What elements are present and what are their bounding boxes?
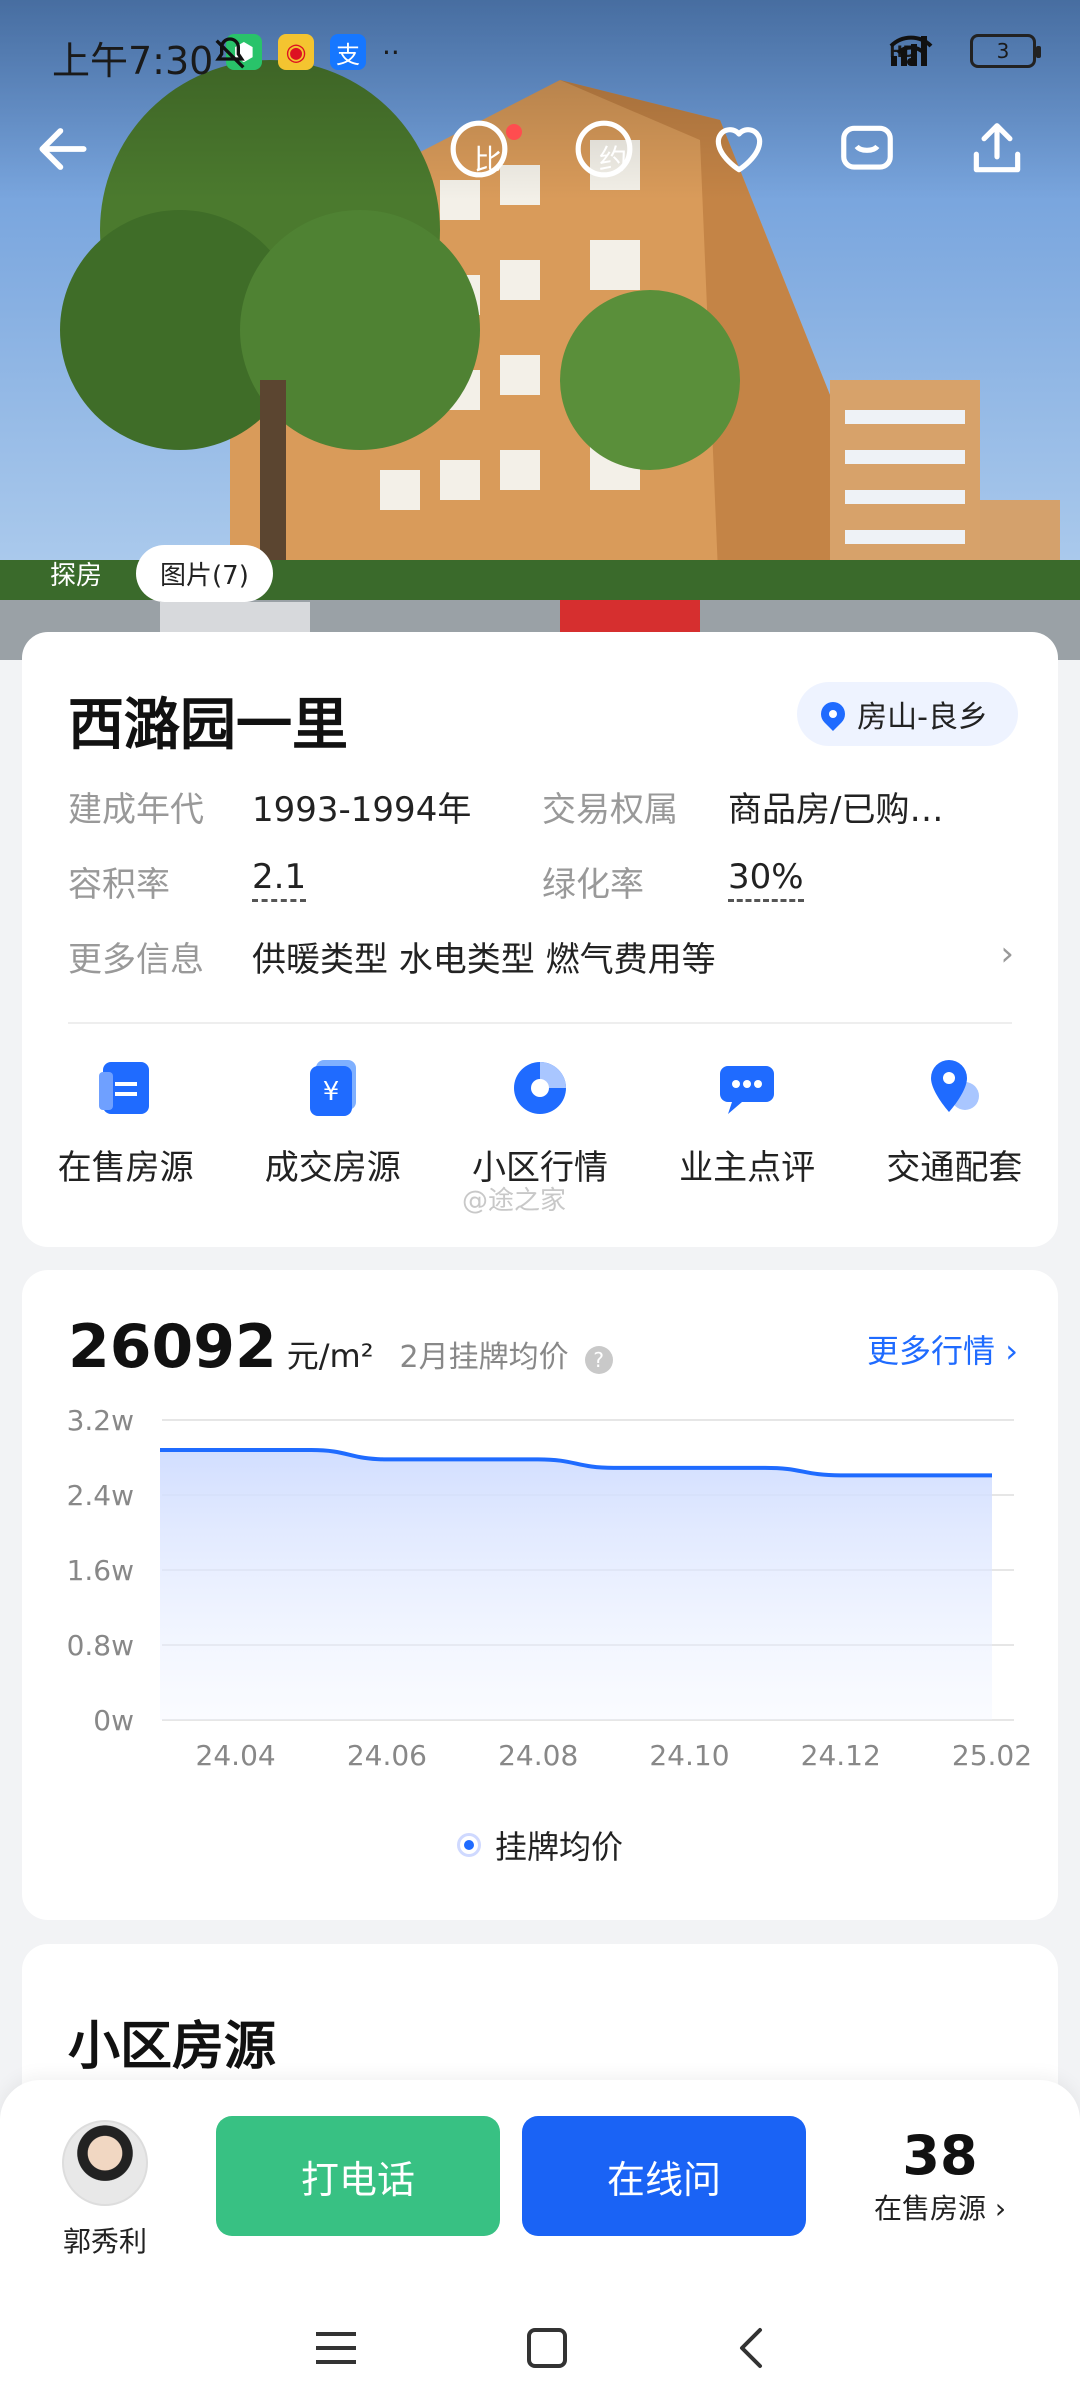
chat-button[interactable]: 在线问 — [522, 2116, 806, 2236]
photo-tabs: 探房 图片(7) — [34, 545, 273, 602]
quick-link-transport[interactable]: 交通配套 — [859, 1052, 1049, 1189]
hero-photo[interactable]: 上午7:30 ⬢ ◉ 支 ·· HD 3 比 — [0, 0, 1080, 660]
x-tick-label: 24.06 — [347, 1739, 427, 1772]
agent[interactable]: 郭秀利 — [60, 2120, 150, 2260]
tab-photos[interactable]: 图片(7) — [136, 545, 273, 602]
green-ratio-label: 绿化率 — [542, 865, 644, 905]
watermark: @途之家 — [462, 1186, 567, 1216]
map-pin-icon — [931, 1060, 980, 1112]
y-tick-label: 2.4w — [67, 1479, 134, 1512]
community-name: 西潞园一里 — [68, 693, 348, 758]
divider — [68, 1022, 1012, 1024]
compare-char: 比 — [473, 143, 502, 176]
document-icon — [98, 1062, 149, 1114]
share-icon[interactable] — [966, 118, 1046, 198]
x-tick-label: 24.04 — [196, 1739, 276, 1772]
x-tick-label: 24.12 — [801, 1739, 881, 1772]
calendar-icon[interactable]: 约 — [573, 118, 653, 198]
y-tick-label: 0w — [93, 1704, 134, 1737]
chat-bubble-icon — [720, 1066, 775, 1114]
built-year-label: 建成年代 — [68, 790, 204, 830]
y-tick-label: 3.2w — [67, 1404, 134, 1437]
chevron-right-icon[interactable]: › — [1000, 934, 1014, 974]
back-arrow-icon[interactable] — [32, 118, 112, 198]
pie-chart-icon — [513, 1062, 566, 1114]
built-year-row: 建成年代 — [68, 782, 204, 831]
market-card: 26092 元/m² 2月挂牌均价 ? 更多行情 › 0w 0.8w 1.6w 2.4… — [22, 1270, 1058, 1920]
green-ratio-value[interactable]: 30% — [728, 857, 804, 902]
tab-tour[interactable]: 探房 — [34, 545, 118, 602]
more-market-link[interactable]: 更多行情 › — [867, 1326, 1018, 1372]
on-sale-label: 在售房源 › — [873, 2192, 1007, 2225]
status-overflow: ·· — [382, 35, 400, 69]
location-pin-icon — [816, 697, 851, 731]
series-area — [160, 1450, 992, 1720]
plot-ratio-value[interactable]: 2.1 — [252, 857, 307, 902]
favorite-icon[interactable] — [708, 118, 788, 198]
quick-link-on-sale[interactable]: 在售房源 — [31, 1052, 221, 1189]
built-year-value: 1993-1994年 — [252, 790, 472, 830]
call-button[interactable]: 打电话 — [216, 2116, 500, 2236]
quick-link-sold[interactable]: ¥ 成交房源 — [238, 1052, 428, 1189]
avg-price-value: 26092 — [68, 1312, 277, 1382]
avatar — [62, 2120, 148, 2206]
compare-badge — [506, 124, 522, 140]
bottom-action-bar: 郭秀利 打电话 在线问 38 在售房源 › — [0, 2080, 1080, 2400]
on-sale-count[interactable]: 38 在售房源 › — [860, 2124, 1020, 2227]
location-text: 房山-良乡 — [857, 700, 988, 735]
status-bar: 上午7:30 ⬢ ◉ 支 ·· HD 3 — [0, 0, 1080, 110]
quick-link-reviews[interactable]: 业主点评 — [652, 1052, 842, 1189]
quick-links: 在售房源 ¥ 成交房源 小区行情 业主点评 交通配套 — [22, 1052, 1058, 1189]
y-tick-label: 1.6w — [67, 1554, 134, 1587]
calendar-char: 约 — [598, 143, 627, 176]
ownership-label: 交易权属 — [542, 790, 678, 830]
location-pill[interactable]: 房山-良乡 — [797, 682, 1018, 746]
top-nav: 比 约 — [0, 110, 1080, 230]
y-tick-label: 0.8w — [67, 1629, 134, 1662]
agent-name: 郭秀利 — [62, 2225, 147, 2258]
help-icon[interactable]: ? — [584, 1346, 613, 1374]
status-time: 上午7:30 — [52, 39, 214, 83]
on-sale-number: 38 — [902, 2124, 978, 2187]
x-tick-label: 24.10 — [649, 1739, 729, 1772]
avg-price: 26092 元/m² 2月挂牌均价 ? — [68, 1312, 613, 1382]
community-info-card: 西潞园一里 房山-良乡 建成年代 1993-1994年 交易权属 商品房/已购…… — [22, 632, 1058, 1247]
weibo-app-icon: ◉ — [278, 34, 314, 70]
menu-icon[interactable] — [314, 2328, 358, 2372]
avg-price-desc: 2月挂牌均价 — [399, 1340, 569, 1375]
avg-price-unit: 元/m² — [286, 1337, 374, 1375]
legend-marker — [456, 1833, 481, 1857]
x-tick-label: 24.08 — [498, 1739, 578, 1772]
compare-icon[interactable]: 比 — [448, 118, 528, 198]
x-tick-label: 25.02 — [952, 1739, 1032, 1772]
chart-legend: 挂牌均价 — [22, 1822, 1058, 1868]
battery-icon: 3 — [970, 34, 1041, 68]
listings-title: 小区房源 — [68, 2017, 277, 2077]
svg-text:¥: ¥ — [323, 1077, 340, 1107]
more-info-value[interactable]: 供暖类型 水电类型 燃气费用等 — [252, 940, 716, 980]
legend-label: 挂牌均价 — [494, 1828, 623, 1866]
quick-link-market[interactable]: 小区行情 — [445, 1052, 635, 1189]
home-icon[interactable] — [525, 2326, 569, 2374]
system-nav — [0, 2300, 1080, 2400]
message-icon[interactable] — [836, 118, 916, 198]
price-chart[interactable]: 0w 0.8w 1.6w 2.4w 3.2w 24.04 24.06 24.08 24.10 24… — [22, 1400, 1058, 1800]
ownership-value: 商品房/已购… — [728, 790, 944, 830]
alipay-app-icon: 支 — [330, 34, 366, 70]
plot-ratio-label: 容积率 — [68, 865, 170, 905]
more-info-label: 更多信息 — [68, 940, 204, 980]
yuan-document-icon: ¥ — [309, 1060, 356, 1116]
back-icon[interactable] — [736, 2326, 766, 2374]
